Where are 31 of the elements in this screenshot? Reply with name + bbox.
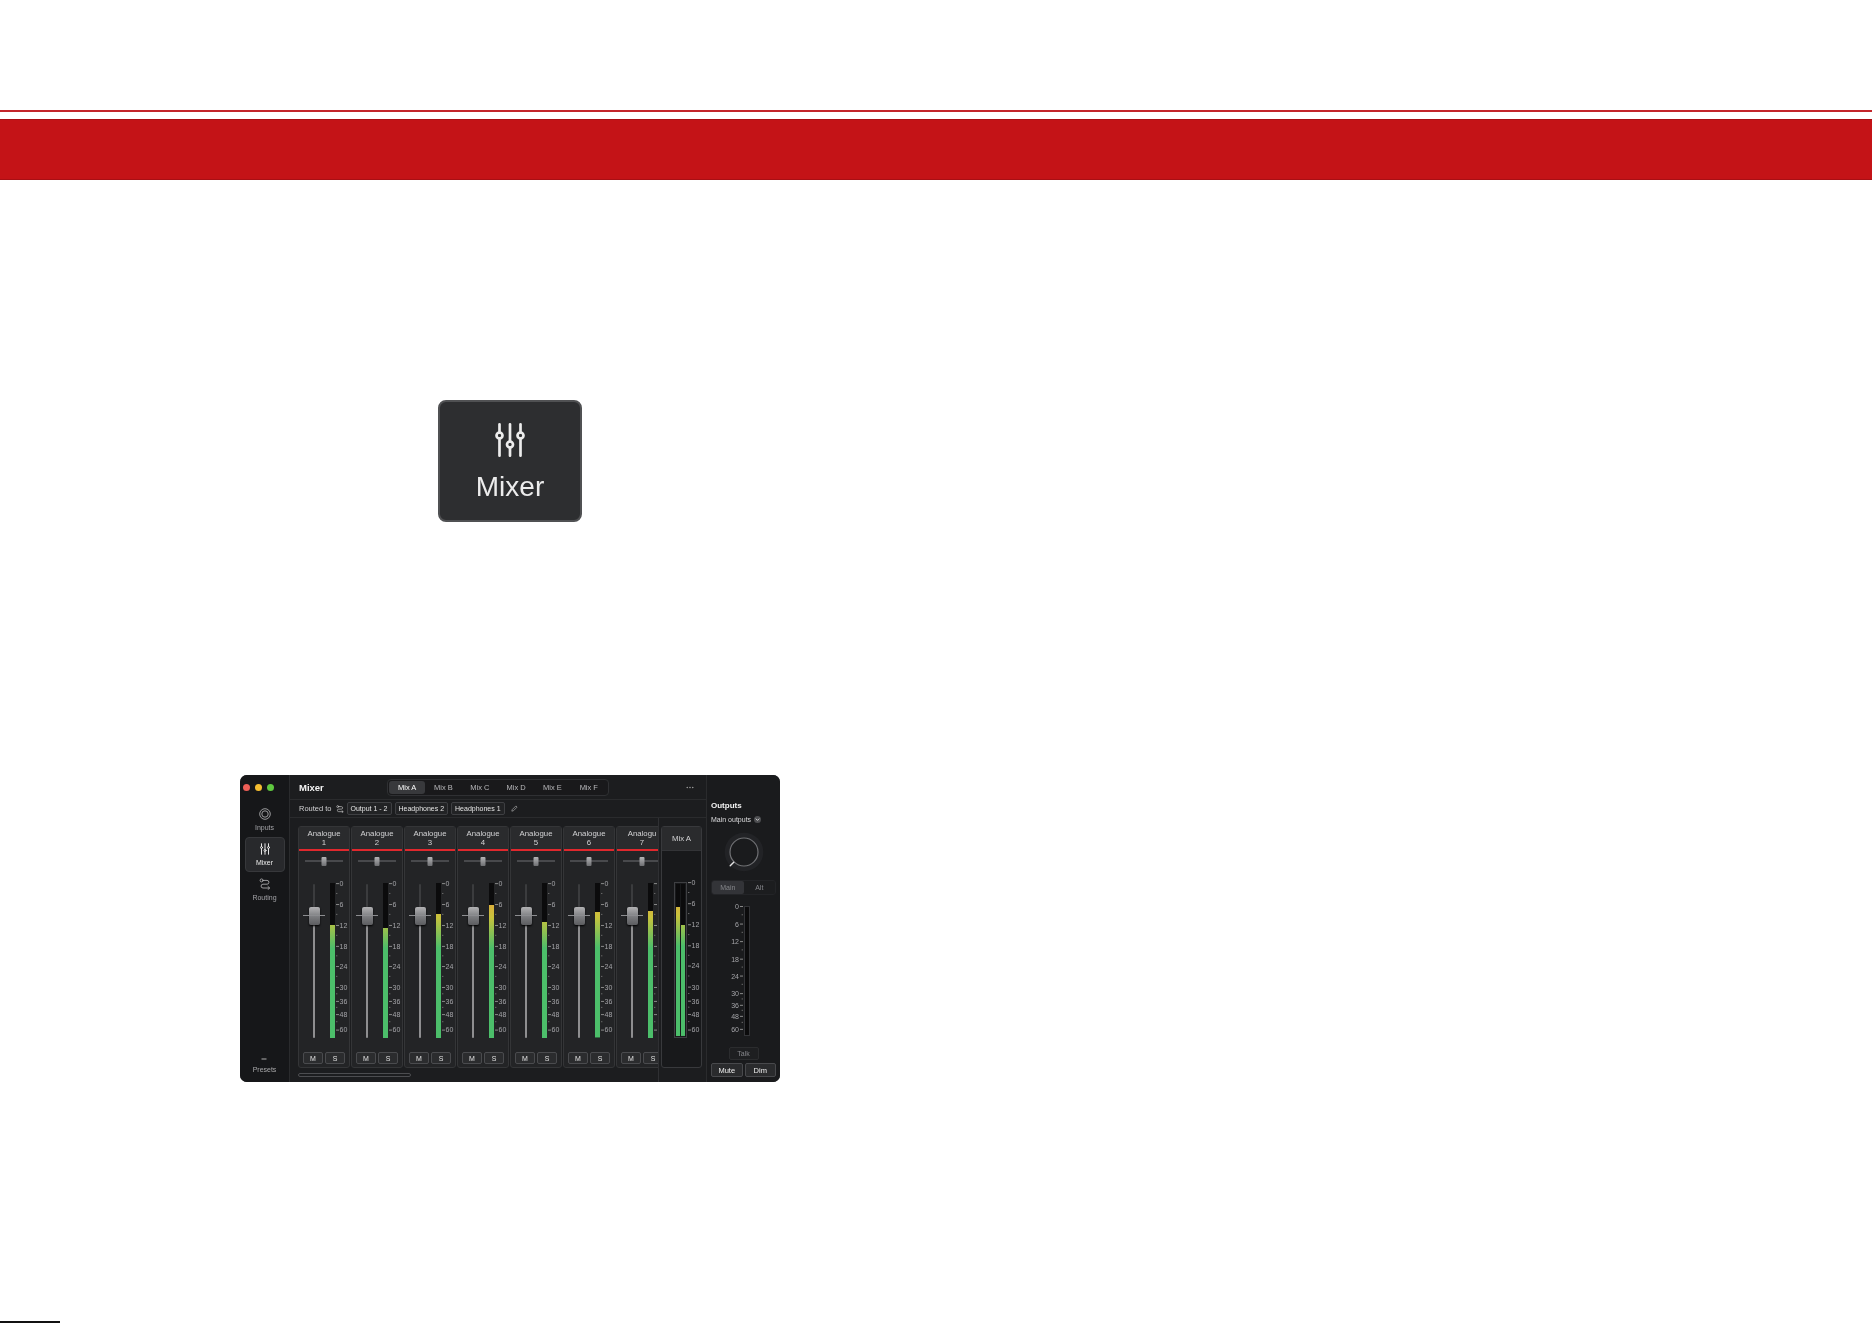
route-icon bbox=[335, 804, 344, 813]
sliders-icon bbox=[492, 422, 528, 458]
window-title: Mixer bbox=[299, 781, 325, 793]
fader-handle[interactable] bbox=[568, 906, 590, 925]
fader-handle[interactable] bbox=[303, 906, 325, 925]
concentric-circles-icon bbox=[258, 808, 271, 820]
window-close-icon[interactable] bbox=[243, 784, 250, 791]
chevron-down-icon bbox=[754, 815, 762, 823]
mixer-button[interactable]: Mixer bbox=[438, 400, 582, 522]
fader-handle[interactable] bbox=[462, 906, 484, 925]
fader-handle[interactable] bbox=[356, 906, 378, 925]
pan-handle[interactable] bbox=[374, 856, 380, 866]
pan-handle[interactable] bbox=[480, 856, 486, 866]
pan-handle[interactable] bbox=[639, 856, 645, 866]
fader-handle[interactable] bbox=[409, 906, 431, 925]
route-icon bbox=[258, 878, 271, 890]
sliders-icon bbox=[258, 843, 271, 855]
outputs-title: Outputs bbox=[711, 801, 742, 811]
volume-knob[interactable] bbox=[723, 832, 764, 872]
fader-handle[interactable] bbox=[621, 906, 643, 925]
pan-handle[interactable] bbox=[533, 856, 539, 866]
horizontal-scrollbar[interactable] bbox=[298, 1073, 411, 1077]
pan-handle[interactable] bbox=[321, 856, 327, 866]
pan-handle[interactable] bbox=[427, 856, 433, 866]
window-minimize-icon[interactable] bbox=[255, 784, 262, 791]
minus-icon bbox=[261, 1058, 268, 1060]
pencil-icon[interactable] bbox=[510, 805, 518, 812]
pan-handle[interactable] bbox=[586, 856, 592, 866]
fader-handle[interactable] bbox=[515, 906, 537, 925]
window-maximize-icon[interactable] bbox=[267, 784, 274, 791]
more-icon[interactable] bbox=[686, 785, 694, 789]
